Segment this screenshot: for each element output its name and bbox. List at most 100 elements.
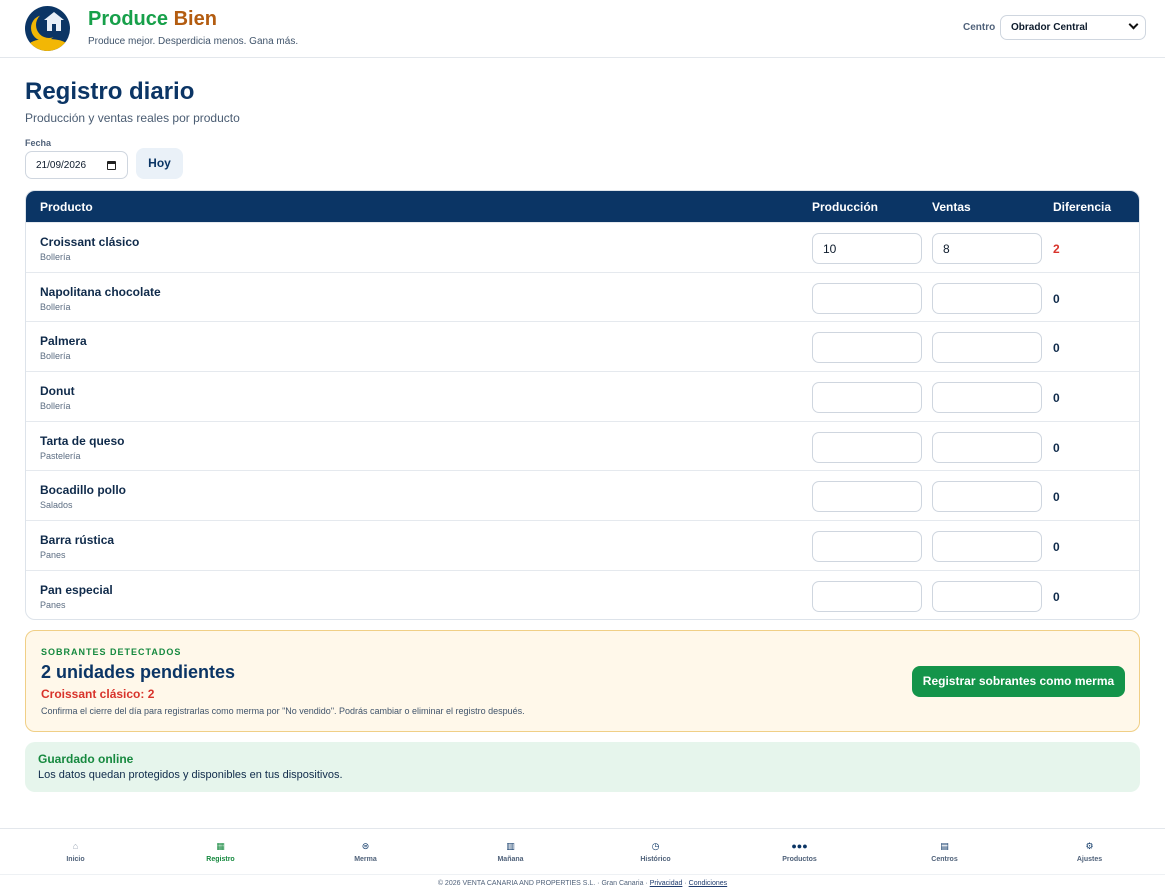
- brand-name-part1: Produce: [88, 8, 169, 30]
- diferencia-value: 0: [1053, 540, 1060, 554]
- calendar-icon[interactable]: [107, 161, 116, 170]
- product-name: Bocadillo pollo: [40, 483, 126, 497]
- product-category: Salados: [40, 500, 73, 510]
- ventas-input[interactable]: [932, 432, 1042, 463]
- produccion-input[interactable]: [812, 432, 922, 463]
- logo-wave-shape: [28, 39, 68, 51]
- nav-item-registro[interactable]: ▦ Registro: [148, 829, 293, 876]
- nav-label: Productos: [782, 856, 817, 863]
- terms-link[interactable]: Condiciones: [689, 880, 728, 887]
- ventas-input[interactable]: [932, 382, 1042, 413]
- brand-logo[interactable]: [25, 6, 70, 51]
- product-name: Croissant clásico: [40, 235, 140, 249]
- chevron-down-icon: [1128, 19, 1139, 30]
- product-category: Bollería: [40, 401, 71, 411]
- ventas-input[interactable]: [932, 283, 1042, 314]
- product-category: Panes: [40, 600, 66, 610]
- logo-door-shape: [52, 24, 56, 31]
- footer-copyright: © 2026 VENTA CANARIA AND PROPERTIES S.L.…: [437, 880, 648, 887]
- table-row: Barra rústica Panes 0: [26, 520, 1139, 570]
- privacy-link[interactable]: Privacidad: [650, 880, 683, 887]
- diferencia-value: 0: [1053, 490, 1060, 504]
- sobrantes-title: 2 unidades pendientes: [41, 662, 236, 682]
- nav-label: Inicio: [66, 856, 85, 863]
- table-header: Producto Producción Ventas Diferencia: [26, 191, 1139, 222]
- brand-name: Produce Bien: [88, 8, 217, 31]
- hoy-button[interactable]: Hoy: [136, 148, 183, 179]
- footer: © 2026 VENTA CANARIA AND PROPERTIES S.L.…: [0, 880, 1165, 887]
- diferencia-value: 2: [1053, 242, 1060, 256]
- product-name: Palmera: [40, 334, 87, 348]
- table-row: Tarta de queso Pastelería 0: [26, 421, 1139, 471]
- ventas-input[interactable]: [932, 581, 1042, 612]
- page-title: Registro diario: [25, 78, 195, 105]
- product-category: Bollería: [40, 351, 71, 361]
- centro-select-value: Obrador Central: [1011, 22, 1088, 33]
- nav-label: Ajustes: [1076, 856, 1103, 863]
- diferencia-value: 0: [1053, 391, 1060, 405]
- ventas-input[interactable]: [932, 481, 1042, 512]
- product-name: Tarta de queso: [40, 434, 125, 448]
- nav-item-historico[interactable]: ◷ Histórico: [583, 829, 728, 876]
- sobrantes-note: Confirma el cierre del día para registra…: [41, 706, 525, 716]
- nav-item-manana[interactable]: ▥ Mañana: [438, 829, 583, 876]
- saved-text: Los datos quedan protegidos y disponible…: [38, 769, 343, 781]
- header-diferencia: Diferencia: [1053, 200, 1112, 214]
- app-header: Produce Bien Produce mejor. Desperdicia …: [0, 0, 1165, 58]
- centro-select[interactable]: Obrador Central: [1000, 15, 1146, 40]
- header-ventas: Ventas: [932, 200, 971, 214]
- fecha-date-value: 21/09/2026: [36, 160, 87, 171]
- diferencia-value: 0: [1053, 441, 1060, 455]
- clock-icon: ◷: [651, 841, 660, 851]
- produccion-input[interactable]: [812, 581, 922, 612]
- product-category: Bollería: [40, 302, 71, 312]
- header-producto: Producto: [40, 200, 93, 214]
- table-row: Palmera Bollería 0: [26, 321, 1139, 371]
- header-produccion: Producción: [812, 200, 879, 214]
- produccion-input[interactable]: [812, 332, 922, 363]
- ventas-input[interactable]: [932, 531, 1042, 562]
- page-subtitle: Producción y ventas reales por producto: [25, 111, 240, 125]
- fecha-date-input[interactable]: 21/09/2026: [25, 151, 128, 179]
- sobrantes-item: Croissant clásico: 2: [41, 687, 155, 701]
- nav-item-merma[interactable]: ⊜ Merma: [293, 829, 438, 876]
- table-row: Bocadillo pollo Salados 0: [26, 470, 1139, 520]
- diferencia-value: 0: [1053, 590, 1060, 604]
- nav-item-ajustes[interactable]: ⚙ Ajustes: [1017, 829, 1162, 876]
- nav-label: Registro: [206, 856, 235, 863]
- product-category: Bollería: [40, 252, 71, 262]
- nav-label: Histórico: [640, 856, 671, 863]
- product-category: Pastelería: [40, 451, 81, 461]
- ventas-input[interactable]: [932, 332, 1042, 363]
- nav-item-centros[interactable]: ▤ Centros: [872, 829, 1017, 876]
- home-icon: ⌂: [72, 841, 79, 851]
- fecha-label: Fecha: [25, 138, 52, 148]
- dots-icon: ●●●: [791, 841, 808, 851]
- diferencia-value: 0: [1053, 341, 1060, 355]
- nav-label: Centros: [931, 856, 958, 863]
- nav-item-productos[interactable]: ●●● Productos: [727, 829, 872, 876]
- registrar-merma-button[interactable]: Registrar sobrantes como merma: [912, 666, 1125, 697]
- nav-item-inicio[interactable]: ⌂ Inicio: [3, 829, 148, 876]
- product-name: Napolitana chocolate: [40, 285, 161, 299]
- registro-table: Producto Producción Ventas Diferencia Cr…: [25, 190, 1140, 620]
- table-row: Pan especial Panes 0: [26, 570, 1139, 619]
- grid-icon: ▦: [216, 841, 225, 851]
- produccion-input[interactable]: 10: [812, 233, 922, 264]
- calendar-icon: ▥: [506, 841, 515, 851]
- diferencia-value: 0: [1053, 292, 1060, 306]
- gear-icon: ⚙: [1085, 841, 1094, 851]
- produccion-input[interactable]: [812, 283, 922, 314]
- ventas-input[interactable]: 8: [932, 233, 1042, 264]
- building-icon: ▤: [940, 841, 949, 851]
- table-row: Napolitana chocolate Bollería 0: [26, 272, 1139, 322]
- produccion-input[interactable]: [812, 382, 922, 413]
- saved-title: Guardado online: [38, 752, 134, 766]
- brand-name-part2: Bien: [173, 8, 217, 30]
- saved-status-panel: Guardado online Los datos quedan protegi…: [25, 742, 1140, 792]
- produccion-input[interactable]: [812, 531, 922, 562]
- footer-separator: ·: [684, 880, 687, 887]
- bottom-nav: ⌂ Inicio ▦ Registro ⊜ Merma ▥ Mañana ◷ H…: [0, 828, 1165, 875]
- produccion-input[interactable]: [812, 481, 922, 512]
- brand-tagline: Produce mejor. Desperdicia menos. Gana m…: [88, 36, 299, 47]
